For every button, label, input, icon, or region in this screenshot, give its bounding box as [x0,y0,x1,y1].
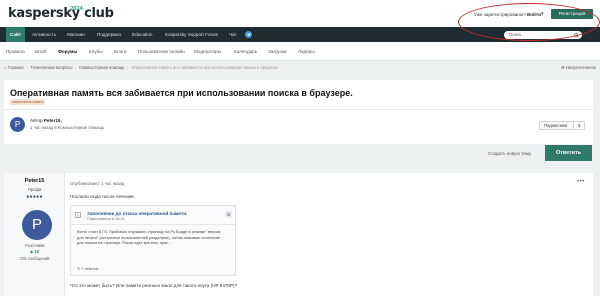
breadcrumb: ⌂ Главная › Технические вопросы › Компью… [4,65,279,70]
subnav-item-forums[interactable]: Форумы [58,42,77,61]
post-count: 726 сообщений [19,256,50,261]
divider [71,224,235,225]
reputation-badge: ◆ 18 [29,249,40,254]
embed-meta: Пожаловался в 15:01 [87,217,125,221]
logo-year: 2024 [70,6,83,12]
post-author-group: Участники [24,243,45,248]
embed-replies: ✎ 7 ответов [77,266,98,271]
follower-count: 1 [573,122,584,129]
follow-label: Подписчики [544,123,568,128]
author-link[interactable]: Peter15, [44,118,62,123]
topic-header: Оперативная память вся забивается при ис… [4,80,593,144]
post: Peter15 Профи ●●●●● P Участники ◆ 18 726… [4,173,593,296]
telegram-icon[interactable] [245,31,252,38]
subnav-item-rules[interactable]: Правила [6,42,25,61]
breadcrumb-current: Оперативная память вся забивается при ис… [131,65,280,70]
breadcrumb-separator: › [75,65,77,70]
subnav-item-calendar[interactable]: Календарь [234,42,257,61]
home-icon[interactable]: ⌂ [4,65,7,70]
subnav-item-hq[interactable]: Штаб [35,42,46,61]
divider [4,109,593,110]
new-topic-link[interactable]: Создать новую тему [488,151,531,156]
subnav-item-leaders[interactable]: Лидеры [298,42,315,61]
post-author-role: Профи [27,187,42,192]
post-author-panel: Peter15 Профи ●●●●● P Участники ◆ 18 726… [4,173,65,296]
nav-item-activity[interactable]: Активность [32,27,56,42]
nav-item-education[interactable]: Education [132,27,152,42]
logo-text: kaspersky club [8,6,114,21]
reply-button[interactable]: Ответить [545,145,592,161]
topic-author: Автор Peter15, [30,118,62,123]
topic-tag[interactable]: оперативная память [10,99,46,105]
breadcrumb-item-tech[interactable]: Технические вопросы [30,65,72,70]
breadcrumb-separator: › [127,65,129,70]
breadcrumb-item-pc-help[interactable]: Компьютерная помощь [79,65,124,70]
subnav-item-clubs[interactable]: Клубы [89,42,103,61]
more-options-icon[interactable]: ••• [577,179,585,185]
page-title: Оперативная память вся забивается при ис… [10,88,353,98]
subnav-item-online-users[interactable]: Пользователи онлайн [138,42,185,61]
post-text: Послали сюда после лечения. [70,194,135,199]
author-prefix: Автор [30,118,43,123]
sub-nav: Правила Штаб Форумы Клубы Блоги Пользова… [0,42,600,61]
avatar[interactable]: P [22,210,52,240]
embed-replies-count: 7 ответов [81,266,99,271]
post-question: Что это может быть? Или памяти реально м… [70,283,238,288]
rank-pips: ●●●●● [26,194,43,200]
nav-item-shop[interactable]: Магазин [67,27,85,42]
open-embed-icon[interactable]: ⧉ [225,211,232,218]
avatar[interactable]: P [10,117,25,132]
nav-item-chat[interactable]: Чат [229,27,237,42]
topic-time: 1 час назад в Компьютерная помощь [30,125,105,130]
nav-item-support-forum[interactable]: Kaspersky Support Forum [165,27,218,42]
site-logo[interactable]: kaspersky club 2024 [8,6,114,21]
topic-icon: ≡ [75,212,81,218]
nav-item-site[interactable]: Сайт [6,27,26,42]
unread-link[interactable]: ☰ Непрочитанное [561,65,596,70]
subnav-item-moderators[interactable]: Модераторы [194,42,221,61]
breadcrumb-separator: › [26,65,28,70]
post-author-name[interactable]: Peter15 [4,178,65,184]
breadcrumb-item-home[interactable]: Главная [8,65,24,70]
nav-item-support[interactable]: Поддержка [97,27,121,42]
subnav-item-blogs[interactable]: Блоги [114,42,127,61]
embed-title[interactable]: Заполнение до отказа оперативной памяти. [87,211,187,216]
post-timestamp: Опубликовано: 1 час назад [70,181,125,186]
follow-button[interactable]: Подписчики 1 [539,121,585,130]
embedded-topic-card[interactable]: ≡ Заполнение до отказа оперативной памят… [70,205,236,276]
subnav-item-downloads[interactable]: Загрузки [268,42,287,61]
annotation-oval [458,3,600,41]
embed-excerpt: Всего стоит 8 Гб. Пробовал открывать стр… [77,229,221,245]
unread-label: Непрочитанное [565,65,597,70]
